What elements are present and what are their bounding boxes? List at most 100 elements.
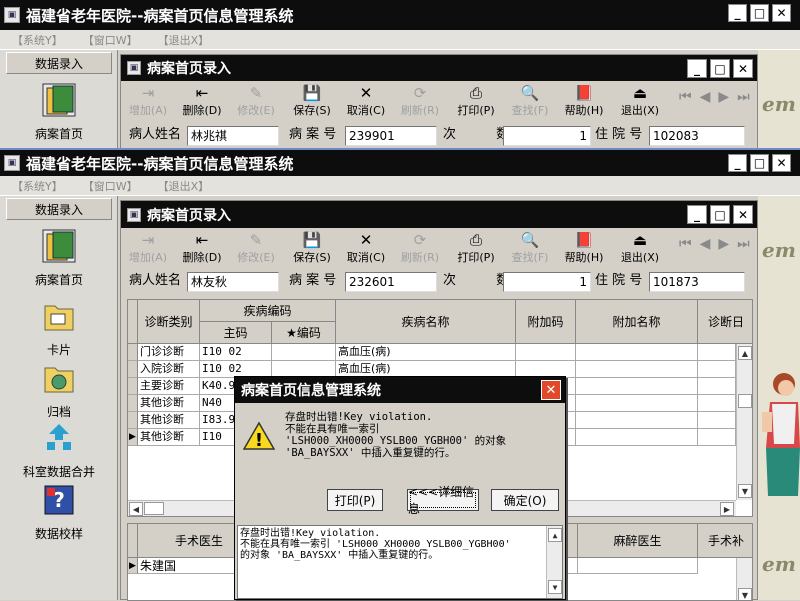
menu-system[interactable]: 【系统Y】 [12, 32, 63, 48]
vertical-scrollbar[interactable]: ▼ [736, 558, 752, 600]
table-cell[interactable] [698, 429, 736, 446]
table-cell[interactable] [272, 344, 336, 361]
toolbar-button[interactable]: ⏏ 退出(X) [615, 83, 665, 118]
toolbar-button[interactable]: ⟳ 刷新(R) [395, 230, 445, 265]
minimize-icon[interactable]: _ [687, 59, 707, 78]
diag-type-cell[interactable]: 其他诊断 [138, 429, 200, 446]
close-icon[interactable]: ✕ [733, 59, 753, 78]
child-titlebar[interactable]: ▣ 病案首页录入 _ □ ✕ [121, 201, 757, 228]
table-cell[interactable] [576, 378, 698, 395]
toolbar-button[interactable]: ⏏ 退出(X) [615, 230, 665, 265]
details-textarea[interactable]: 存盘时出错!Key violation. 不能在具有唯一索引 'LSH000_X… [237, 525, 563, 599]
diag-type-cell[interactable]: 其他诊断 [138, 395, 200, 412]
bg-sidebar-header[interactable]: 数据录入 [6, 52, 112, 74]
toolbar-button[interactable]: 🔍 查找(F) [505, 83, 555, 118]
vertical-scrollbar[interactable]: ▲ ▼ [546, 526, 562, 598]
vertical-scrollbar[interactable]: ▲ ▼ [736, 344, 752, 500]
toolbar-button[interactable]: ⇥ 增加(A) [123, 230, 173, 265]
diag-type-cell[interactable]: 入院诊断 [138, 361, 200, 378]
menu-window[interactable]: 【窗口W】 [83, 178, 138, 194]
menu-exit[interactable]: 【退出X】 [158, 32, 210, 48]
row-selector[interactable] [128, 378, 138, 395]
scroll-left-icon[interactable]: ◀ [129, 502, 143, 516]
row-selector[interactable] [128, 395, 138, 412]
scroll-up-icon[interactable]: ▲ [738, 346, 752, 360]
table-cell[interactable] [576, 412, 698, 429]
times-field[interactable]: 1 [503, 272, 591, 292]
bg-case-number-field[interactable]: 239901 [345, 126, 437, 146]
toolbar-button[interactable]: 📕 帮助(H) [559, 230, 609, 265]
bg-hospital-number-field[interactable]: 102083 [649, 126, 745, 146]
table-cell[interactable] [576, 429, 698, 446]
minimize-icon[interactable]: _ [728, 154, 747, 172]
row-pointer-icon[interactable]: ▶ [128, 558, 138, 574]
toolbar-button[interactable]: ✎ 修改(E) [231, 83, 281, 118]
bg-times-field[interactable]: 1 [503, 126, 591, 146]
table-cell[interactable] [698, 344, 736, 361]
record-navigation-icon[interactable]: ⏮◀▶⏭ [679, 89, 758, 105]
table-cell[interactable] [576, 395, 698, 412]
table-cell[interactable] [578, 558, 698, 574]
toolbar-button[interactable]: ⎙ 打印(P) [451, 230, 501, 265]
case-number-field[interactable]: 232601 [345, 272, 437, 292]
surgeon-cell[interactable]: 朱建国 [138, 558, 238, 574]
dialog-titlebar[interactable]: 病案首页信息管理系统 ✕ [235, 377, 565, 403]
toolbar-button[interactable]: ✕ 取消(C) [341, 230, 391, 265]
maximize-icon[interactable]: □ [710, 59, 730, 78]
table-cell[interactable] [698, 361, 736, 378]
diag-code-cell[interactable]: I10 02 [200, 344, 272, 361]
toolbar-button[interactable]: 🔍 查找(F) [505, 230, 555, 265]
close-icon[interactable]: ✕ [541, 380, 561, 400]
row-selector[interactable] [128, 412, 138, 429]
close-icon[interactable]: ✕ [733, 205, 753, 224]
toolbar-button[interactable]: ✎ 修改(E) [231, 230, 281, 265]
close-icon[interactable]: ✕ [772, 154, 791, 172]
diag-type-cell[interactable]: 门诊诊断 [138, 344, 200, 361]
bg-patient-name-field[interactable]: 林兆祺 [187, 126, 279, 146]
toolbar-button[interactable]: ⇤ 删除(D) [177, 83, 227, 118]
ok-button[interactable]: 确定(O) [491, 489, 559, 511]
scroll-thumb[interactable] [738, 394, 752, 408]
diag-type-cell[interactable]: 其他诊断 [138, 412, 200, 429]
row-pointer-icon[interactable]: ▶ [128, 429, 138, 446]
maximize-icon[interactable]: □ [710, 205, 730, 224]
sidebar-header[interactable]: 数据录入 [6, 198, 112, 220]
sidebar-item-casehome[interactable]: 病案首页 [6, 228, 112, 288]
toolbar-button[interactable]: 💾 保存(S) [287, 230, 337, 265]
sidebar-item-merge[interactable]: 科室数据合并 [6, 420, 112, 480]
bg-sidebar-item-casehome[interactable]: 病案首页 [6, 82, 112, 142]
toolbar-button[interactable]: ⎙ 打印(P) [451, 83, 501, 118]
close-icon[interactable]: ✕ [772, 4, 791, 22]
patient-name-field[interactable]: 林友秋 [187, 272, 279, 292]
table-cell[interactable] [698, 412, 736, 429]
minimize-icon[interactable]: _ [728, 4, 747, 22]
app-titlebar[interactable]: ▣ 福建省老年医院--病案首页信息管理系统 _ □ ✕ [0, 148, 800, 176]
maximize-icon[interactable]: □ [750, 154, 769, 172]
sidebar-item-proof[interactable]: ? 数据校样 [6, 482, 112, 542]
toolbar-button[interactable]: ⇥ 增加(A) [123, 83, 173, 118]
record-navigation-icon[interactable]: ⏮◀▶⏭ [679, 236, 758, 252]
toolbar-button[interactable]: ✕ 取消(C) [341, 83, 391, 118]
table-cell[interactable] [576, 361, 698, 378]
hospital-number-field[interactable]: 101873 [649, 272, 745, 292]
menu-system[interactable]: 【系统Y】 [12, 178, 63, 194]
scroll-thumb[interactable] [144, 502, 164, 515]
table-cell[interactable] [698, 395, 736, 412]
print-button[interactable]: 打印(P) [327, 489, 383, 511]
menu-window[interactable]: 【窗口W】 [83, 32, 138, 48]
scroll-down-icon[interactable]: ▼ [738, 484, 752, 498]
sidebar-item-archive[interactable]: 归档 [6, 360, 112, 420]
maximize-icon[interactable]: □ [750, 4, 769, 22]
sidebar-item-card[interactable]: 卡片 [6, 298, 112, 358]
table-cell[interactable] [576, 344, 698, 361]
menu-exit[interactable]: 【退出X】 [158, 178, 210, 194]
minimize-icon[interactable]: _ [687, 205, 707, 224]
table-cell[interactable] [698, 378, 736, 395]
toolbar-button[interactable]: 💾 保存(S) [287, 83, 337, 118]
toolbar-button[interactable]: 📕 帮助(H) [559, 83, 609, 118]
diag-type-cell[interactable]: 主要诊断 [138, 378, 200, 395]
scroll-up-icon[interactable]: ▲ [548, 528, 562, 542]
scroll-right-icon[interactable]: ▶ [720, 502, 734, 516]
diag-name-cell[interactable]: 高血压(病) [336, 344, 516, 361]
toolbar-button[interactable]: ⇤ 删除(D) [177, 230, 227, 265]
